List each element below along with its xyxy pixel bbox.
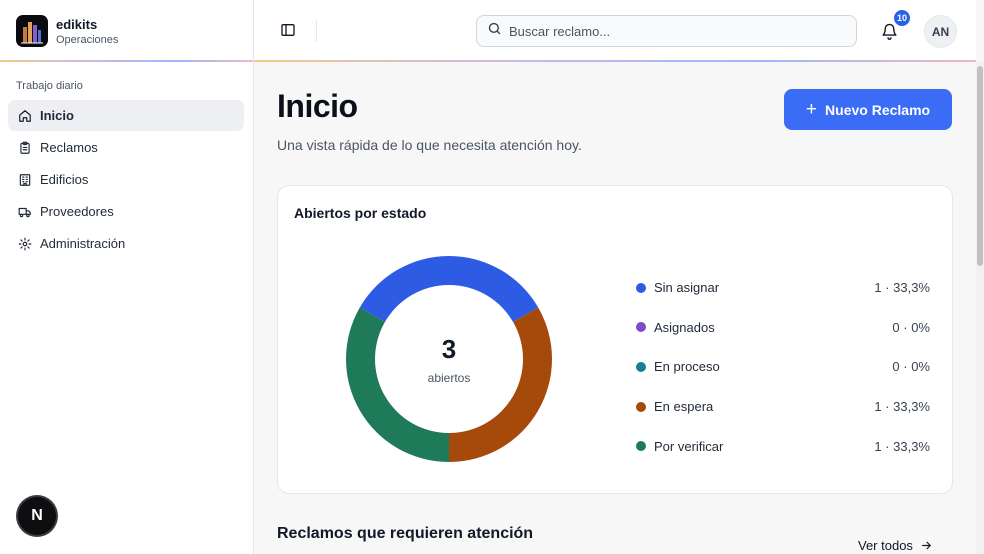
avatar[interactable]: AN [924,15,957,48]
notification-badge: 10 [892,8,912,28]
sidebar-item-edificios[interactable]: Edificios [8,164,244,195]
legend-item: En proceso 0 · 0% [636,347,930,387]
search-icon [487,21,502,41]
donut-center: 3 abiertos [346,256,552,462]
page-title: Inicio [277,88,358,124]
brand-name: edikits [56,16,98,32]
legend-value: 0 · 0% [892,359,930,375]
legend-item: Por verificar 1 · 33,3% [636,426,930,466]
nav-section-label: Trabajo diario [16,80,83,92]
legend-dot [636,441,646,452]
open-label: abiertos [427,370,471,385]
dev-tools-button[interactable]: N [18,497,56,535]
arrow-right-icon [922,541,931,550]
header-divider [316,20,317,42]
legend-dot [636,361,646,372]
legend-value: 1 · 33,3% [874,438,930,454]
legend-value: 1 · 33,3% [874,280,930,296]
chart-legend: Sin asignar 1 · 33,3% Asignados 0 · 0% En pr… [636,268,930,466]
gear-icon [18,237,32,251]
legend-item: Asignados 0 · 0% [636,308,930,348]
brand-logo [16,15,48,47]
sidebar-toggle-icon[interactable] [278,20,298,40]
open-count: 3 [441,333,457,364]
attention-section-title: Reclamos que requieren atención [277,525,534,542]
sidebar-item-label: Inicio [40,108,74,123]
sidebar-item-reclamos[interactable]: Reclamos [8,132,244,163]
legend-label: Sin asignar [654,280,720,296]
brand[interactable]: edikits Operaciones [0,0,253,62]
legend-value: 0 · 0% [892,319,930,335]
see-all-link[interactable]: Ver todos [858,538,933,553]
sidebar-item-inicio[interactable]: Inicio [8,100,244,131]
page-subtitle: Una vista rápida de lo que necesita aten… [277,137,582,153]
building-icon [18,173,32,187]
sidebar-item-label: Proveedores [40,204,114,219]
sidebar-item-label: Administración [40,236,126,251]
sidebar-item-label: Reclamos [40,140,98,155]
status-card: Abiertos por estado 3 abiertos Sin asign… [277,185,953,494]
scrollbar-thumb[interactable] [977,66,983,266]
search-box[interactable] [476,15,857,47]
legend-label: En espera [654,399,714,415]
legend-value: 1 · 33,3% [874,399,930,415]
top-header: 10 AN [254,0,976,62]
legend-label: En proceso [654,359,720,375]
scrollbar[interactable] [976,62,984,554]
legend-item: Sin asignar 1 · 33,3% [636,268,930,308]
see-all-label: Ver todos [858,538,913,553]
search-input[interactable] [509,23,829,39]
card-title: Abiertos por estado [294,205,427,221]
truck-icon [18,205,32,219]
plus-icon: + [805,99,818,120]
legend-dot [636,322,646,333]
accent-line [0,60,253,62]
sidebar: edikits Operaciones Trabajo diario Inici… [0,0,254,554]
legend-dot [636,282,646,293]
new-claim-button[interactable]: + Nuevo Reclamo [784,89,952,130]
legend-item: En espera 1 · 33,3% [636,387,930,427]
sidebar-item-label: Edificios [40,172,89,187]
accent-line [254,60,976,62]
legend-label: Asignados [654,319,715,335]
legend-label: Por verificar [654,438,724,454]
clipboard-icon [18,141,32,155]
sidebar-item-administracion[interactable]: Administración [8,228,244,259]
home-icon [18,109,32,123]
brand-subtitle: Operaciones [56,33,119,46]
new-claim-label: Nuevo Reclamo [825,101,931,118]
sidebar-item-proveedores[interactable]: Proveedores [8,196,244,227]
legend-dot [636,401,646,412]
